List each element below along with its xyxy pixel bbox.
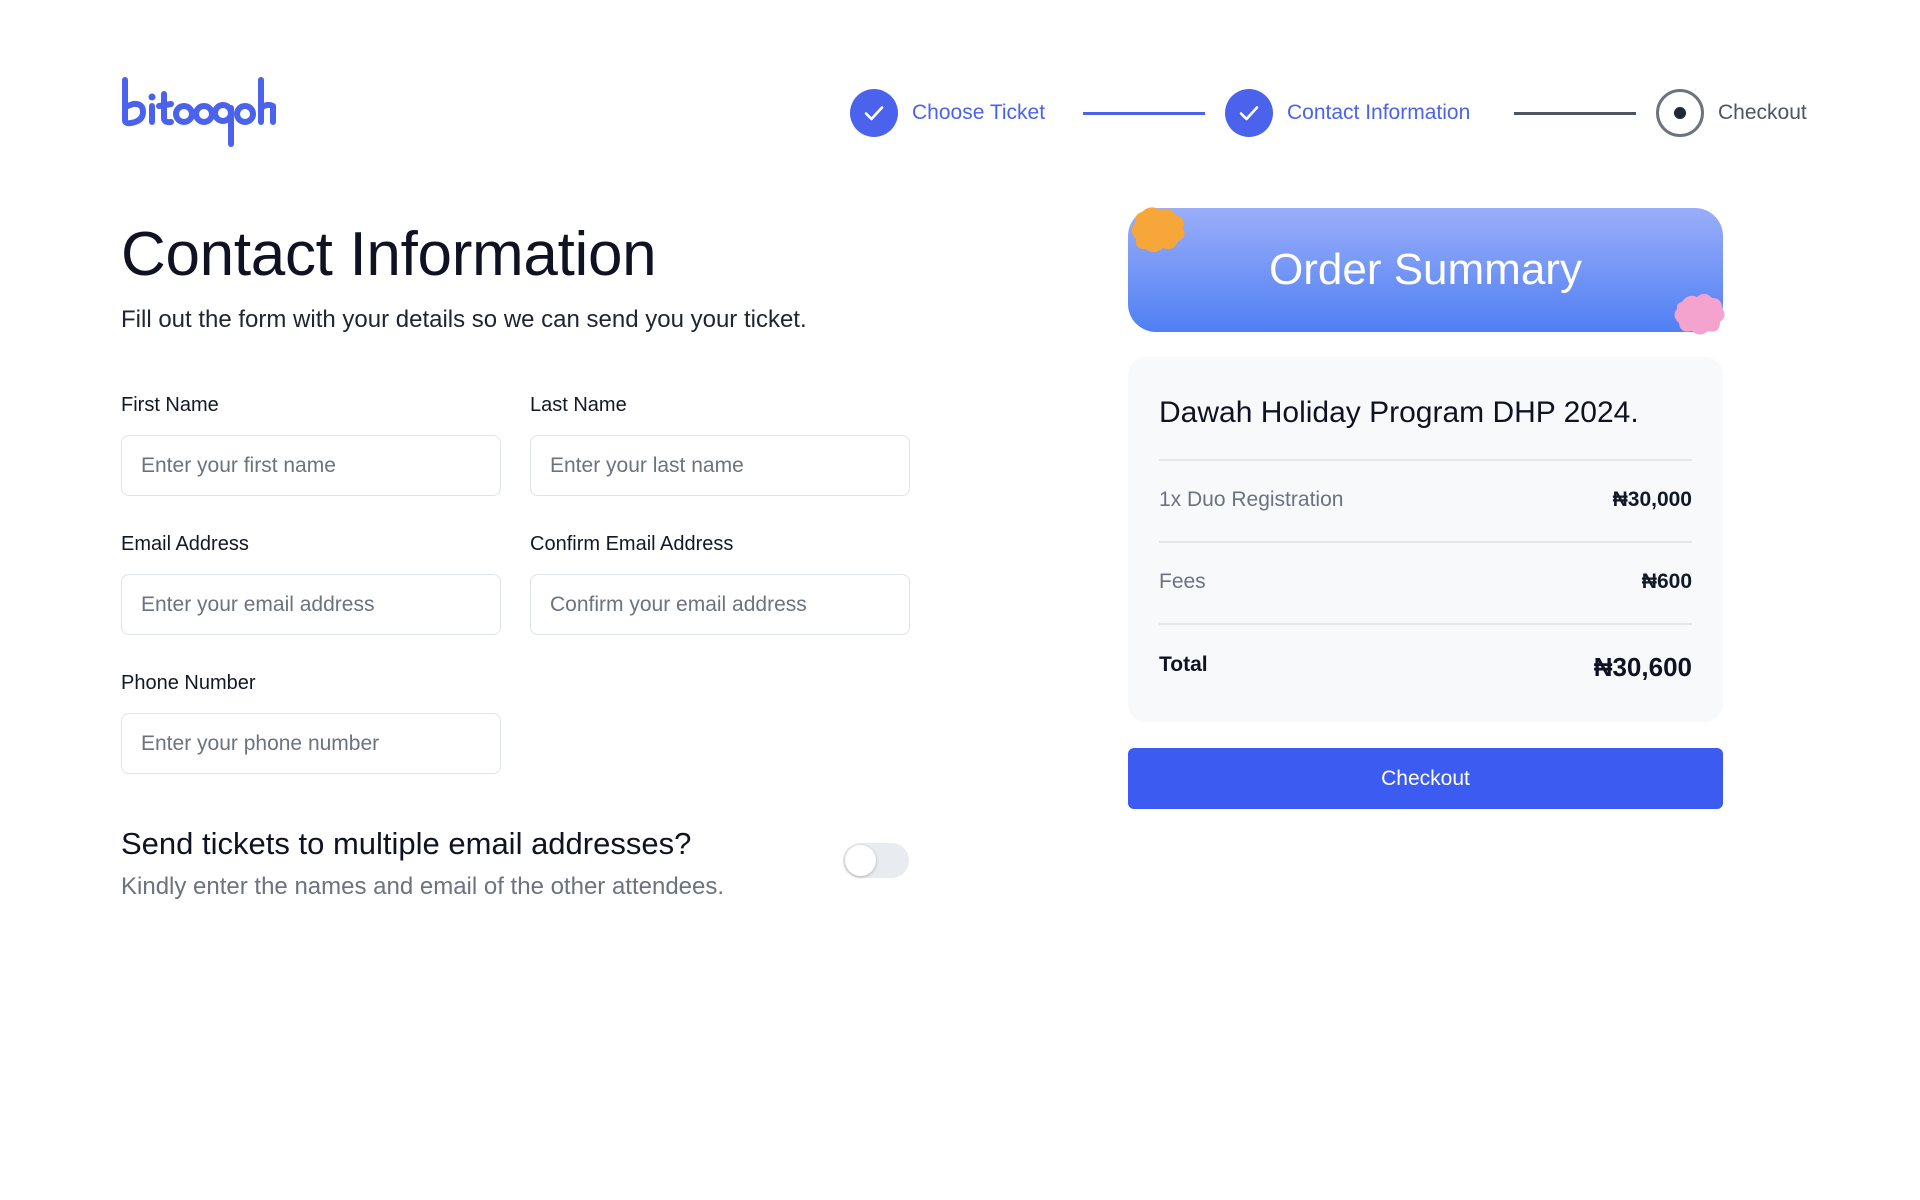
check-icon [850, 89, 898, 137]
email-input[interactable] [121, 574, 501, 635]
last-name-input[interactable] [530, 435, 910, 496]
confirm-email-input[interactable] [530, 574, 910, 635]
line-item-label: 1x Duo Registration [1159, 488, 1344, 511]
bitooqoh-logo[interactable] [121, 76, 281, 148]
fees-value: ₦600 [1641, 570, 1692, 593]
orange-blob-icon [1131, 207, 1185, 253]
pink-blob-icon [1674, 293, 1725, 335]
toggle-knob [845, 845, 876, 876]
multi-email-title: Send tickets to multiple email addresses… [121, 826, 692, 861]
first-name-label: First Name [121, 394, 219, 416]
event-title: Dawah Holiday Program DHP 2024. [1159, 396, 1639, 429]
step-label: Choose Ticket [912, 101, 1046, 124]
check-icon [1225, 89, 1273, 137]
multi-email-subtitle: Kindly enter the names and email of the … [121, 873, 725, 900]
email-label: Email Address [121, 533, 249, 555]
divider [1159, 541, 1692, 543]
step-label: Contact Information [1287, 101, 1471, 124]
phone-label: Phone Number [121, 672, 256, 694]
multi-email-toggle[interactable] [843, 843, 909, 878]
order-summary-header: Order Summary [1128, 207, 1725, 335]
step-choose-ticket[interactable]: Choose Ticket [850, 88, 1045, 138]
page-title: Contact Information [121, 220, 657, 289]
step-checkout[interactable]: Checkout [1656, 88, 1807, 138]
order-summary-card: Dawah Holiday Program DHP 2024. 1x Duo R… [1128, 357, 1723, 722]
total-value: ₦30,600 [1593, 652, 1692, 682]
first-name-input[interactable] [121, 435, 501, 496]
checkout-button[interactable]: Checkout [1128, 748, 1723, 809]
fees-label: Fees [1159, 570, 1206, 593]
phone-input[interactable] [121, 713, 501, 774]
order-summary-title: Order Summary [1269, 245, 1582, 294]
step-connector [1083, 112, 1205, 115]
last-name-label: Last Name [530, 394, 627, 416]
step-contact-information[interactable]: Contact Information [1225, 88, 1470, 138]
divider [1159, 623, 1692, 625]
line-item-value: ₦30,000 [1612, 488, 1692, 511]
divider [1159, 459, 1692, 461]
step-label: Checkout [1718, 101, 1807, 124]
dot-icon [1656, 89, 1704, 137]
logo-wordmark [122, 77, 276, 147]
page-subtitle: Fill out the form with your details so w… [121, 306, 807, 333]
step-connector [1514, 112, 1636, 115]
confirm-email-label: Confirm Email Address [530, 533, 734, 555]
total-label: Total [1159, 653, 1208, 676]
